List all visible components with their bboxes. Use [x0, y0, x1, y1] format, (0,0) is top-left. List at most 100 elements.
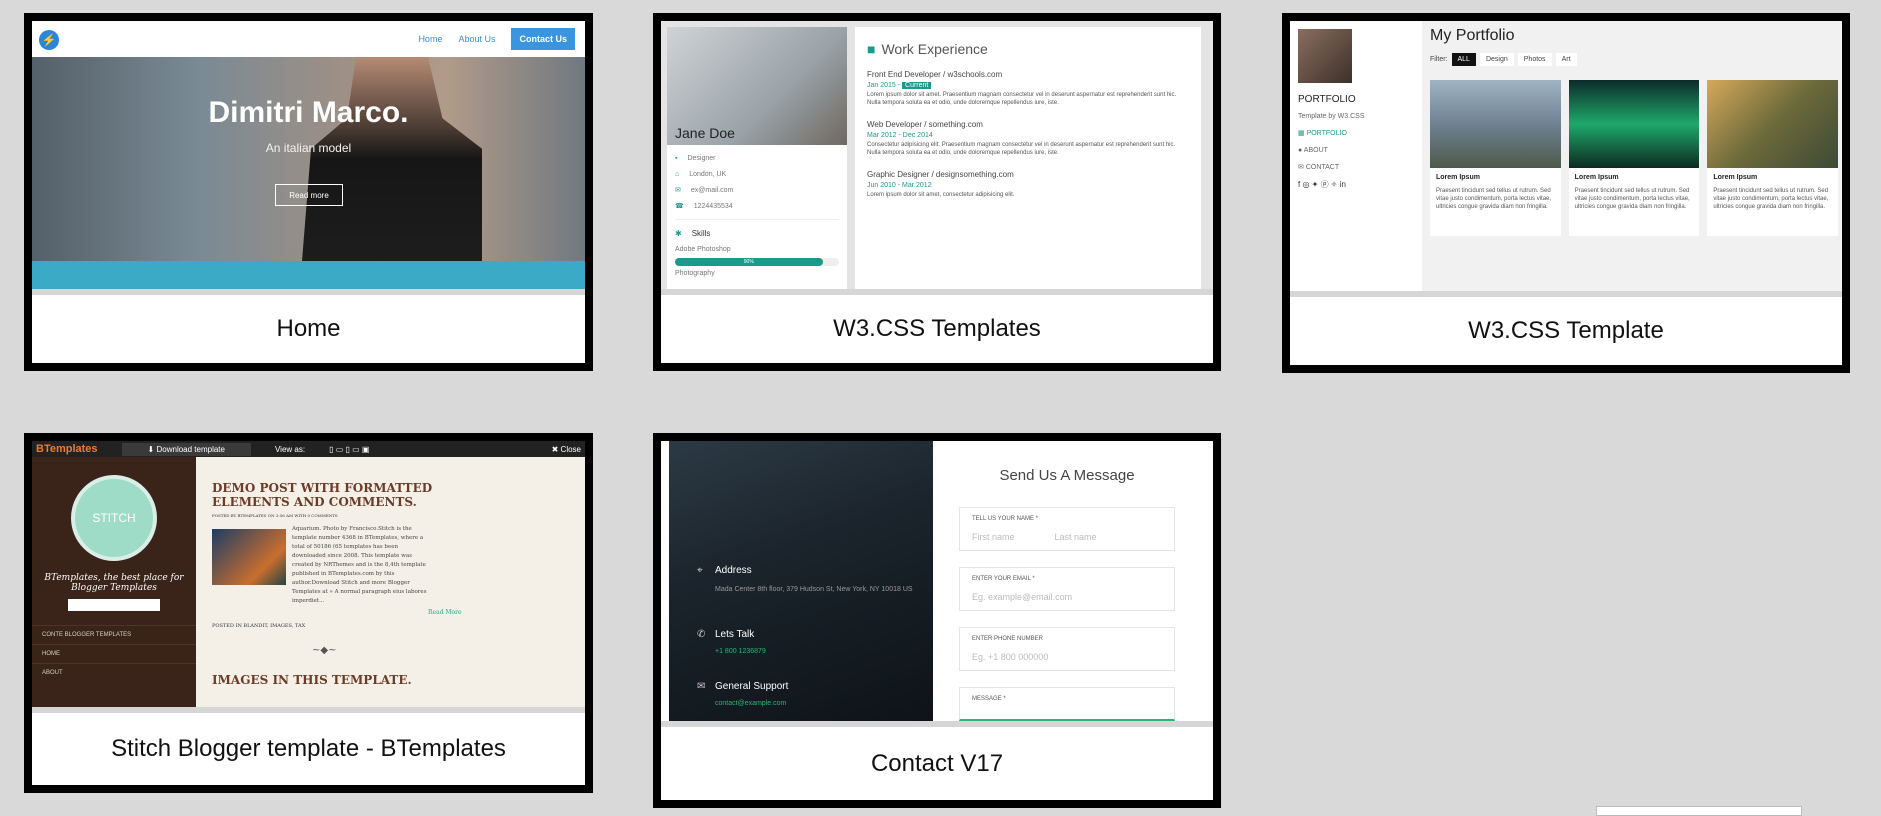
template-card-stitch-blogger[interactable]: BTemplates ⬇ Download template View as: … — [24, 433, 593, 793]
address-title: Address — [715, 565, 752, 576]
briefcase-icon: ▪ — [675, 155, 678, 162]
name-label: TELL US YOUR NAME * — [972, 516, 1039, 522]
home-icon: ⌂ — [675, 171, 680, 178]
template-card-home[interactable]: ⚡ Home About Us Contact Us Dimitri Marco… — [24, 13, 593, 371]
profile-info: ▪ Designer ⌂ London, UK ✉ ex@mail.com ☎ 1224… — [667, 145, 847, 288]
read-more-link: Read More — [428, 609, 462, 616]
support-text: contact@example.com — [715, 700, 787, 707]
hero-image — [302, 57, 482, 261]
tile-image — [1430, 80, 1561, 168]
message-field: MESSAGE * — [959, 687, 1175, 721]
info-job: Designer — [687, 155, 716, 162]
phone-label: ENTER PHONE NUMBER — [972, 636, 1044, 642]
job-title: Front End Developer / w3schools.com — [867, 70, 1003, 79]
support-title: General Support — [715, 681, 789, 692]
filter-label: Filter: — [1430, 56, 1448, 63]
card-content: PORTFOLIO Template by W3.CSS ▦ PORTFOLIO… — [1290, 21, 1842, 365]
sidebar-link-label: ABOUT — [1303, 147, 1328, 154]
nav-about: About Us — [458, 34, 496, 44]
blog-tagline: BTemplates, the best place for Blogger T… — [44, 573, 184, 593]
card-title: Stitch Blogger template - BTemplates — [111, 735, 506, 762]
current-badge: Current — [902, 82, 932, 89]
address-block: ⌖ Address Mada Center 8th floor, 379 Hud… — [697, 565, 913, 595]
last-name-placeholder: Last name — [1054, 532, 1097, 542]
blog-sidebar: STITCH BTemplates, the best place for Bl… — [32, 457, 196, 711]
job-text: Consectetur adipisicing elit. Praesentiu… — [867, 142, 1176, 156]
support-block: ✉ General Support contact@example.com — [697, 681, 789, 707]
portfolio-tile: Lorem Ipsum Praesent tincidunt sed tellu… — [1568, 80, 1700, 236]
posted-in: POSTED IN BLANDIT, IMAGES, TAX — [212, 623, 306, 629]
filter-all: ALL — [1451, 53, 1476, 66]
blog-menu-item: CONTE BLOGGER TEMPLATES — [32, 625, 196, 644]
card-title: Contact V17 — [870, 749, 1004, 777]
avatar — [1298, 29, 1352, 83]
info-email: ex@mail.com — [690, 187, 734, 194]
sidebar-link-about: ● ABOUT — [1298, 142, 1414, 159]
hero-button: Read more — [275, 184, 343, 206]
tile-text: Praesent tincidunt sed tellus ut rutrum.… — [1713, 188, 1829, 210]
portfolio-tile: Lorem Ipsum Praesent tincidunt sed tellu… — [1707, 80, 1838, 236]
talk-block: ✆ Lets Talk +1 800 1236879 — [697, 629, 766, 655]
tile-title: Lorem Ipsum — [1574, 174, 1619, 181]
phone-field: ENTER PHONE NUMBER Eg. +1 800 000000 — [959, 627, 1175, 671]
tile-text: Praesent tincidunt sed tellus ut rutrum.… — [1574, 188, 1690, 210]
address-text: Mada Center 8th floor, 379 Hudson St, Ne… — [715, 586, 913, 593]
job-title: Web Developer / something.com — [867, 120, 983, 129]
sidebar-link-portfolio: ▦ PORTFOLIO — [1298, 125, 1414, 142]
card-title: W3.CSS Templates — [833, 315, 1041, 342]
grid-icon: ▦ — [1298, 130, 1307, 137]
template-card-contact-v17[interactable]: ⌖ Address Mada Center 8th floor, 379 Hud… — [653, 433, 1221, 808]
template-preview: BTemplates ⬇ Download template View as: … — [32, 441, 585, 711]
device-icons: ▯ ▭ ▯ ▭ ▣ — [329, 444, 370, 454]
template-preview: PORTFOLIO Template by W3.CSS ▦ PORTFOLIO… — [1290, 21, 1842, 293]
card-caption: W3.CSS Templates — [661, 289, 1213, 363]
template-card-w3css-templates[interactable]: Jane Doe ▪ Designer ⌂ London, UK ✉ ex@mail.… — [653, 13, 1221, 371]
job-text: Lorem ipsum dolor sit amet, consectetur … — [867, 192, 1015, 198]
search-box — [68, 599, 160, 611]
card-caption: W3.CSS Template — [1290, 291, 1842, 365]
filter-art: Art — [1555, 53, 1577, 66]
talk-text: +1 800 1236879 — [715, 648, 766, 655]
download-template: ⬇ Download template — [121, 442, 251, 456]
profile-column: Jane Doe ▪ Designer ⌂ London, UK ✉ ex@mail.… — [667, 27, 847, 289]
work-column: ■ Work Experience Front End Developer / w… — [855, 27, 1201, 289]
envelope-icon: ✉ — [697, 681, 706, 692]
nav-contact: Contact Us — [511, 28, 575, 50]
phone-icon: ✆ — [697, 629, 706, 640]
sidebar-link-label: PORTFOLIO — [1306, 130, 1347, 137]
job-entry: Web Developer / something.com Mar 2012 -… — [867, 119, 1189, 157]
tile-image — [1707, 80, 1838, 168]
skill-bar-fill: 90% — [675, 258, 823, 266]
envelope-icon: ✉ — [1298, 164, 1306, 171]
template-card-w3css-template[interactable]: PORTFOLIO Template by W3.CSS ▦ PORTFOLIO… — [1282, 13, 1850, 373]
download-label: Download template — [156, 444, 225, 454]
brand-logo: BTemplates — [36, 443, 98, 455]
sidebar-link-label: CONTACT — [1305, 164, 1340, 171]
view-as-label: View as: — [274, 444, 306, 454]
hero-title: Dimitri Marco. — [208, 96, 409, 129]
preview-nav: ⚡ Home About Us Contact Us — [32, 21, 585, 57]
email-field: ENTER YOUR EMAIL * Eg. example@email.com — [959, 567, 1175, 611]
card-content: ⚡ Home About Us Contact Us Dimitri Marco… — [32, 21, 585, 363]
card-content: Jane Doe ▪ Designer ⌂ London, UK ✉ ex@mail.… — [661, 21, 1213, 363]
card-title: Home — [276, 315, 341, 342]
nav-home: Home — [418, 34, 443, 44]
contact-info-panel: ⌖ Address Mada Center 8th floor, 379 Hud… — [669, 441, 933, 721]
job-entry: Front End Developer / w3schools.com Jan … — [867, 69, 1189, 107]
post-text: Aquarium. Photo by Francisco.Stitch is t… — [292, 526, 427, 604]
card-caption: Stitch Blogger template - BTemplates — [32, 707, 585, 785]
close-preview: ✖ Close — [552, 445, 581, 454]
filter-bar: Filter: ALL Design Photos Art — [1430, 53, 1838, 66]
close-label: Close — [560, 444, 581, 454]
tile-title: Lorem Ipsum — [1713, 174, 1758, 181]
filter-photos: Photos — [1517, 53, 1552, 66]
email-placeholder: Eg. example@email.com — [972, 592, 1073, 602]
post-title: DEMO POST WITH FORMATTED ELEMENTS AND CO… — [212, 481, 433, 509]
tile-text: Praesent tincidunt sed tellus ut rutrum.… — [1436, 188, 1552, 210]
blog-logo: STITCH — [71, 475, 157, 561]
card-caption: Contact V17 — [661, 721, 1213, 800]
template-preview: ⚡ Home About Us Contact Us Dimitri Marco… — [32, 21, 585, 289]
blog-post: DEMO POST WITH FORMATTED ELEMENTS AND CO… — [212, 481, 495, 656]
profile-name: Jane Doe — [675, 125, 735, 141]
page-title: My Portfolio — [1430, 27, 1515, 44]
